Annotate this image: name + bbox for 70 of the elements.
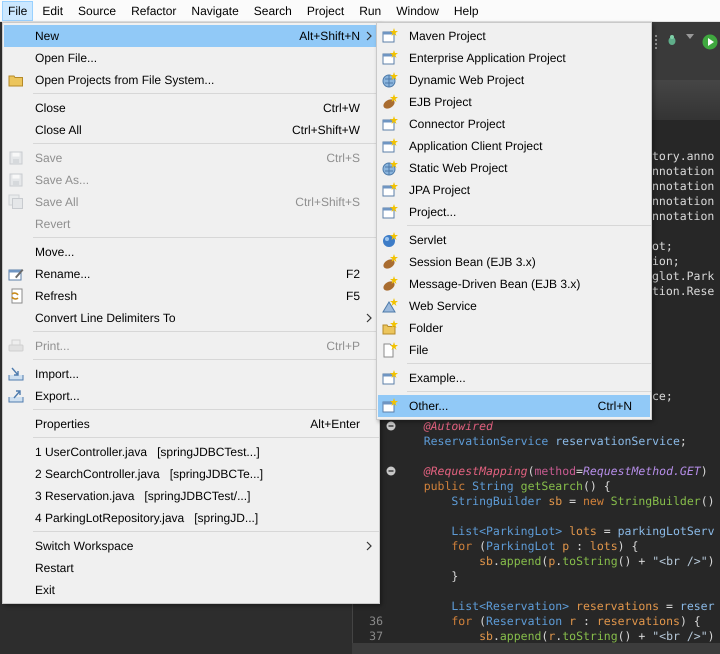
menu-item[interactable]: Convert Line Delimiters To (4, 307, 378, 329)
menu-item[interactable]: Folder (378, 317, 650, 339)
menu-title[interactable]: Refactor (125, 0, 182, 20)
menu-item[interactable]: Switch Workspace (4, 535, 378, 557)
menu-item[interactable]: Open Projects from File System... (4, 69, 378, 91)
menu-item[interactable]: EJB Project (378, 91, 650, 113)
menu-item[interactable]: Enterprise Application Project (378, 47, 650, 69)
menu-item[interactable]: Maven Project (378, 25, 650, 47)
menu-item[interactable]: Import... (4, 363, 378, 385)
menu-item[interactable]: Rename... F2 (4, 263, 378, 285)
menu-title[interactable]: Search (248, 0, 298, 20)
menu-item[interactable]: Properties Alt+Enter (4, 413, 378, 435)
menu-title[interactable]: Source (72, 0, 122, 20)
code-line: List<ParkingLot> lots = parkingLotServ (450, 524, 715, 538)
menu-item[interactable]: Web Service (378, 295, 650, 317)
code-text: ot; (652, 238, 673, 252)
code-line: ReservationService reservationService; (422, 434, 687, 448)
code-text: tory.anno (652, 148, 714, 162)
menu-title[interactable]: Edit (36, 0, 70, 20)
code-line: public String getSearch() { (422, 478, 611, 492)
code-text: tion.Rese (652, 284, 714, 298)
menu-item[interactable]: Application Client Project (378, 135, 650, 157)
menu-item[interactable]: JPA Project (378, 179, 650, 201)
menu-item[interactable]: File (378, 339, 650, 361)
code-text: ce; (652, 388, 673, 402)
menu-item[interactable]: Open File... (4, 47, 378, 69)
menu-item[interactable]: Connector Project (378, 113, 650, 135)
menu-item[interactable]: Dynamic Web Project (378, 69, 650, 91)
menu-item[interactable]: New Alt+Shift+N (4, 25, 378, 47)
code-text: nnotation (652, 178, 714, 192)
menu-item[interactable]: Other... Ctrl+N (378, 395, 650, 417)
menu-item[interactable]: Project... (378, 201, 650, 223)
code-line: } (450, 568, 458, 582)
menu-item[interactable]: Move... (4, 241, 378, 263)
code-text: nnotation (652, 194, 714, 208)
menu-item[interactable]: 1 UserController.java [springJDBCTest...] (4, 441, 378, 463)
menu-item[interactable]: Close Ctrl+W (4, 97, 378, 119)
code-line: sb.append(p.toString() + "<br />") (478, 554, 715, 568)
code-line: @Autowired (422, 418, 493, 432)
code-text: ion; (652, 254, 680, 268)
code-line: for (Reservation r : reservations) { (450, 614, 701, 628)
code-line: StringBuilder sb = new StringBuilder() (450, 494, 715, 508)
line-number: 37 (369, 628, 383, 642)
menu-item[interactable]: 2 SearchController.java [springJDBCTe...] (4, 463, 378, 485)
menu-title[interactable]: Navigate (185, 0, 245, 20)
menu-item[interactable]: Exit (4, 579, 378, 601)
menu-item[interactable]: 4 ParkingLotRepository.java [springJD...] (4, 507, 378, 529)
code-line: List<Reservation> reservations = reser (450, 598, 715, 612)
menu-item[interactable]: Message-Driven Bean (EJB 3.x) (378, 273, 650, 295)
menu-item[interactable]: Static Web Project (378, 157, 650, 179)
menu-item[interactable]: Restart (4, 557, 378, 579)
menu-item[interactable]: 3 Reservation.java [springJDBCTest/...] (4, 485, 378, 507)
menu-title[interactable]: Run (353, 0, 388, 20)
line-number: 36 (369, 614, 383, 628)
code-line: for (ParkingLot p : lots) { (450, 538, 638, 552)
menu-item[interactable]: Servlet (378, 229, 650, 251)
menu-title[interactable]: File (2, 0, 34, 20)
code-text: nnotation (652, 164, 714, 178)
code-text: glot.Park (652, 268, 714, 282)
menu-title[interactable]: Window (390, 0, 445, 20)
menu-item[interactable]: Export... (4, 385, 378, 407)
menu-item[interactable]: Close All Ctrl+Shift+W (4, 119, 378, 141)
menu-title[interactable]: Help (448, 0, 485, 20)
code-text: nnotation (652, 208, 714, 222)
code-line: @RequestMapping(method=RequestMethod.GET) (422, 464, 708, 478)
menu-item[interactable]: Session Bean (EJB 3.x) (378, 251, 650, 273)
menu-item[interactable]: Refresh F5 (4, 285, 378, 307)
menu-item[interactable]: Example... (378, 367, 650, 389)
menu-title[interactable]: Project (300, 0, 350, 20)
code-line: sb.append(r.toString() + "<br />") (478, 628, 715, 642)
